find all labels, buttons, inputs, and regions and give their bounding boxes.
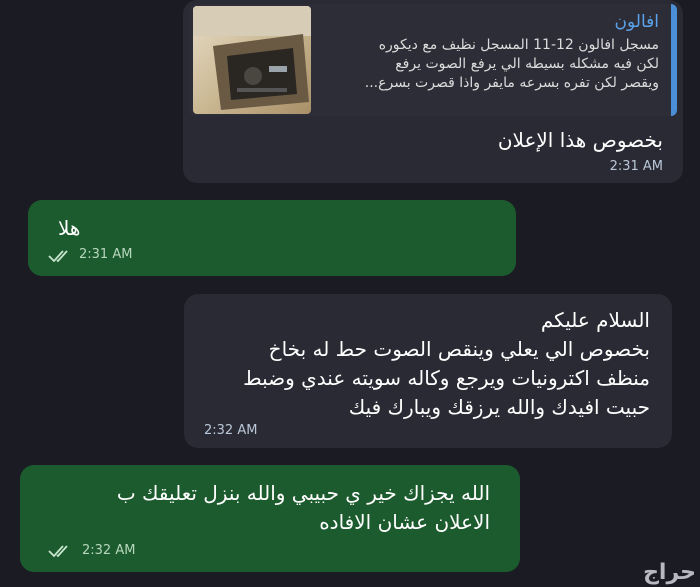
message-text: بخصوص هذا الإعلان [497,128,663,152]
message-bubble-incoming-long[interactable]: السلام عليكم بخصوص الي يعلي وينقص الصوت … [184,294,672,448]
ad-description-line: ويقصر لكن تفره بسرعه مايفر واذا قصرت بسر… [364,75,659,91]
message-text: الله يجزاك خير ي حبيبي والله بنزل تعليقك… [40,479,490,537]
message-bubble-ad-reply[interactable]: افالون مسجل افالون 12-11 المسجل نظيف مع … [183,0,683,183]
ad-description-line: لكن فيه مشكله بسيطه الي يرفع الصوت يرفع [395,56,659,72]
message-text: هلا [58,216,81,240]
message-timestamp: 2:32 AM [82,543,136,558]
ad-description-line: مسجل افالون 12-11 المسجل نظيف مع ديكوره [378,37,659,53]
message-line: بخصوص الي يعلي وينقص الصوت حط له بخاخ [268,337,650,361]
message-timestamp: 2:32 AM [204,423,258,438]
ad-accent-bar [671,4,677,116]
message-bubble-outgoing-thanks[interactable]: الله يجزاك خير ي حبيبي والله بنزل تعليقك… [20,465,520,572]
ad-title[interactable]: افالون [324,10,659,34]
message-line: الاعلان عشان الافاده [319,510,490,534]
ad-preview-card[interactable]: افالون مسجل افالون 12-11 المسجل نظيف مع … [189,4,677,116]
message-line: السلام عليكم [540,308,650,332]
double-check-icon [48,248,74,267]
message-timestamp: 2:31 AM [609,159,663,174]
message-timestamp: 2:31 AM [79,247,133,262]
chat-view: افالون مسجل افالون 12-11 المسجل نظيف مع … [0,0,700,587]
message-bubble-hala[interactable]: هلا 2:31 AM [28,200,516,276]
ad-thumbnail-image[interactable] [193,6,311,114]
message-line: حبيت افيدك والله يرزقك ويبارك فيك [348,395,650,419]
message-line: الله يجزاك خير ي حبيبي والله بنزل تعليقك… [116,481,490,505]
message-text: السلام عليكم بخصوص الي يعلي وينقص الصوت … [190,306,650,422]
ad-preview-text: افالون مسجل افالون 12-11 المسجل نظيف مع … [324,10,659,93]
message-line: منظف اكترونيات ويرجع وكاله سويته عندي وض… [243,366,650,390]
double-check-icon [48,543,74,562]
haraj-watermark-logo: حراج [643,560,696,585]
